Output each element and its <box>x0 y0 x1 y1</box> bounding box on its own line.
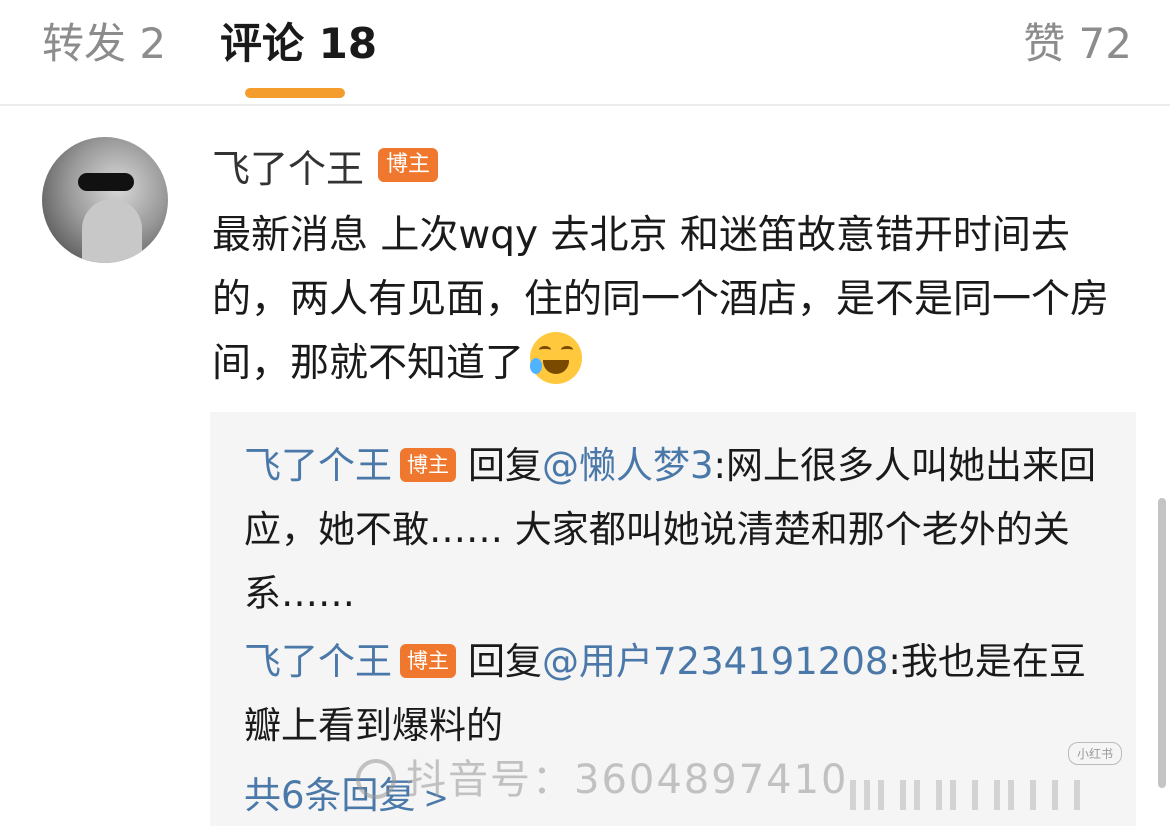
comment-author-row: 飞了个王 博主 <box>212 138 439 193</box>
reply-item[interactable]: 飞了个王 博主 回复@懒人梦3:网上很多人叫她出来回应，她不敢…… 大家都叫她说清楚… <box>244 434 1114 626</box>
tab-bar: 转发 2 评论 18 赞 72 <box>0 0 1170 106</box>
reply-author-name[interactable]: 飞了个王 <box>244 444 392 487</box>
small-watermark: 小红书 <box>1068 742 1123 765</box>
douyin-logo-icon <box>356 759 396 799</box>
reply-mention[interactable]: @用户7234191208 <box>542 640 888 683</box>
blogger-badge: 博主 <box>400 644 456 678</box>
tab-comments[interactable]: 评论 18 <box>220 16 377 72</box>
scrollbar[interactable] <box>1158 498 1166 788</box>
reply-word: 回复 <box>468 444 542 487</box>
avatar[interactable] <box>42 137 168 263</box>
laugh-cry-emoji-icon <box>530 332 583 384</box>
tab-repost[interactable]: 转发 2 <box>42 16 166 72</box>
reply-word: 回复 <box>468 640 542 683</box>
active-tab-indicator <box>245 88 345 98</box>
douyin-watermark: 抖音号：3604897410 <box>356 752 849 808</box>
blogger-badge: 博主 <box>378 148 439 182</box>
reply-mention[interactable]: @懒人梦3 <box>542 444 714 487</box>
avatar-sunglasses <box>78 173 134 191</box>
avatar-cat-body <box>82 199 142 263</box>
tab-likes[interactable]: 赞 72 <box>1023 16 1132 72</box>
reply-author-name[interactable]: 飞了个王 <box>244 640 392 683</box>
blogger-badge: 博主 <box>400 448 456 482</box>
watermark-text: 抖音号：3604897410 <box>406 757 849 803</box>
comment-author-name[interactable]: 飞了个王 <box>212 138 364 193</box>
reply-item[interactable]: 飞了个王 博主 回复@用户7234191208:我也是在豆瓣上看到爆料的 <box>244 630 1114 758</box>
comment-text: 最新消息 上次wqy 去北京 和迷笛故意错开时间去的，两人有见面，住的同一个酒店… <box>212 213 1110 386</box>
comment-body: 最新消息 上次wqy 去北京 和迷笛故意错开时间去的，两人有见面，住的同一个酒店… <box>212 204 1132 396</box>
watermark-barcode <box>850 780 1090 810</box>
